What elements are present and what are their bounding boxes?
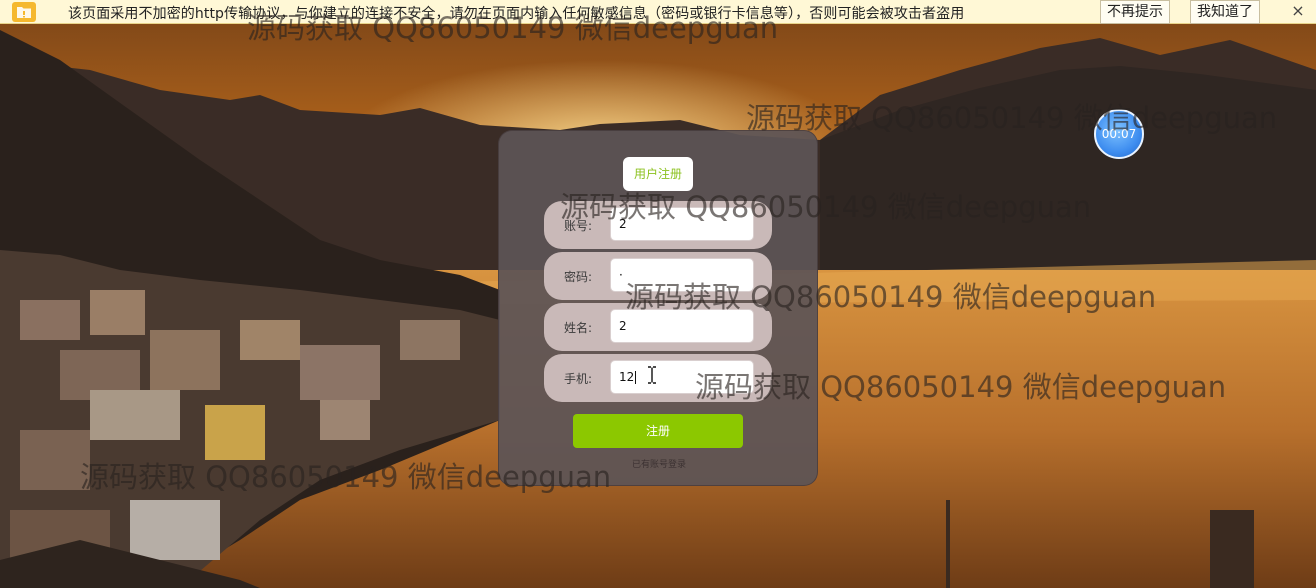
account-field-row: 账号: 2 <box>544 201 772 249</box>
account-label: 账号: <box>564 219 593 233</box>
browser-viewport: 该页面采用不加密的http传输协议，与你建立的连接不安全，请勿在页面内输入任何敏… <box>0 0 1316 588</box>
register-title: 用户注册 <box>623 157 693 191</box>
security-warning-message: 该页面采用不加密的http传输协议，与你建立的连接不安全，请勿在页面内输入任何敏… <box>68 6 965 22</box>
password-field-row: 密码: · <box>544 252 772 300</box>
folder-warning-icon <box>12 2 36 22</box>
text-caret <box>635 371 637 384</box>
timer-badge[interactable]: 00:07 <box>1094 109 1144 159</box>
name-label: 姓名: <box>564 321 593 335</box>
name-input[interactable]: 2 <box>610 309 754 343</box>
phone-label: 手机: <box>564 372 593 386</box>
account-input[interactable]: 2 <box>610 207 754 241</box>
close-icon[interactable]: × <box>1290 1 1306 21</box>
phone-input[interactable]: 12 <box>610 360 754 394</box>
register-button[interactable]: 注册 <box>573 414 743 448</box>
register-card: 用户注册 账号: 2 密码: · 姓名: 2 手机: 12 注册 已有账号登录 <box>498 130 818 486</box>
password-input[interactable]: · <box>610 258 754 292</box>
password-label: 密码: <box>564 270 593 284</box>
phone-input-value: 12 <box>619 370 635 384</box>
login-link[interactable]: 已有账号登录 <box>499 457 819 470</box>
no-remind-button[interactable]: 不再提示 <box>1100 0 1170 24</box>
got-it-button[interactable]: 我知道了 <box>1190 0 1260 24</box>
phone-field-row: 手机: 12 <box>544 354 772 402</box>
name-field-row: 姓名: 2 <box>544 303 772 351</box>
security-warning-bar: 该页面采用不加密的http传输协议，与你建立的连接不安全，请勿在页面内输入任何敏… <box>0 0 1316 24</box>
i-beam-cursor-icon <box>647 366 657 388</box>
